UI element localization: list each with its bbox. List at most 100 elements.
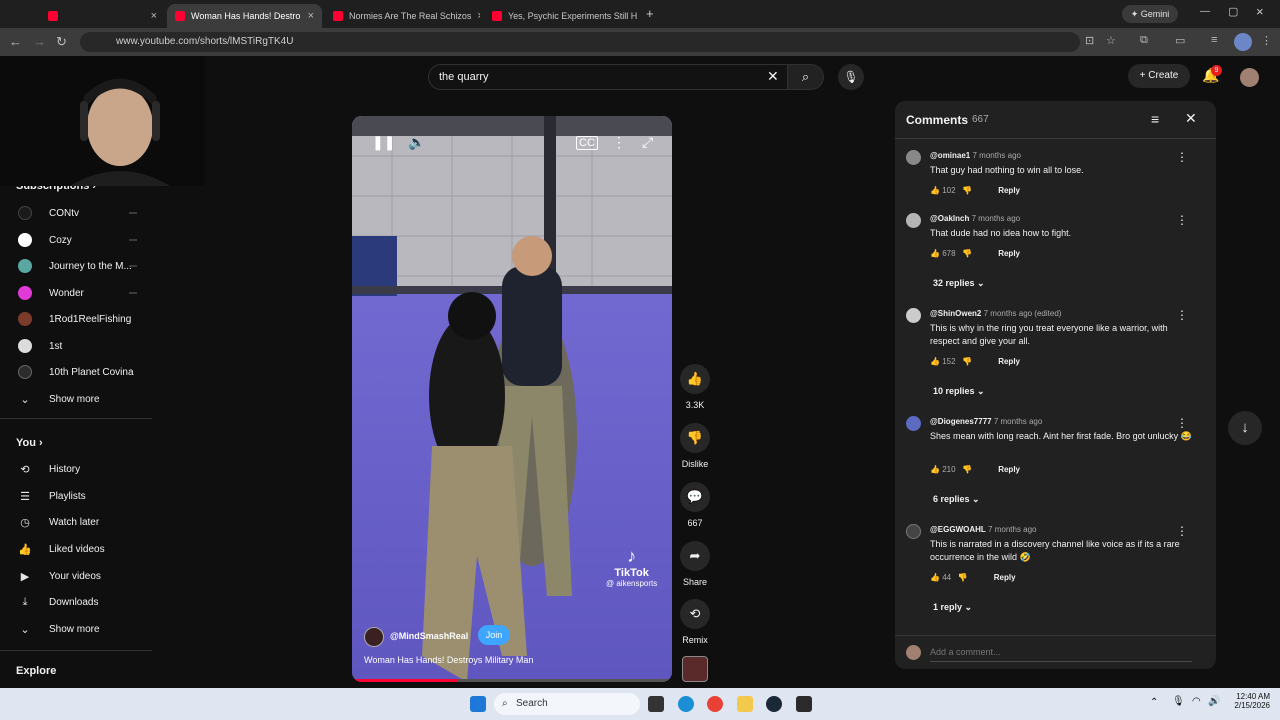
search-input[interactable] [428, 64, 788, 90]
sidebar-item-downloads[interactable]: ⤓ Downloads [0, 589, 155, 615]
like-button[interactable]: 👍 3.3K [680, 364, 710, 410]
chrome-browser-icon[interactable] [707, 696, 723, 712]
sidebar-item-your-videos[interactable]: ▶ Your videos [0, 563, 155, 589]
search-button[interactable]: ⌕ [788, 64, 824, 90]
add-comment-input[interactable] [930, 642, 1192, 662]
steam-icon[interactable] [766, 696, 782, 712]
account-avatar[interactable] [1240, 68, 1259, 87]
sidebar-item-history[interactable]: ⟲ History [0, 456, 155, 482]
create-button[interactable]: + Create [1128, 64, 1190, 88]
url-field[interactable]: www.youtube.com/shorts/lMSTiRgTK4U [80, 32, 1080, 52]
thumb-down-icon[interactable]: 👎 [962, 249, 972, 258]
sound-thumbnail[interactable] [682, 656, 708, 682]
video-title[interactable]: Woman Has Hands! Destroys Military Man [364, 655, 533, 665]
file-explorer-icon[interactable] [737, 696, 753, 712]
media-controls-icon[interactable]: ≡ [1211, 34, 1217, 46]
tab-close-icon[interactable]: × [471, 10, 480, 22]
dislike-button[interactable]: 👎 Dislike [680, 423, 710, 469]
comment-menu-icon[interactable]: ⋮ [1176, 213, 1188, 227]
comments-button[interactable]: 💬 667 [680, 482, 710, 528]
forward-icon[interactable]: → [33, 34, 46, 49]
comment-menu-icon[interactable]: ⋮ [1176, 416, 1188, 430]
sidebar-channel-journey[interactable]: Journey to the M... [0, 253, 155, 279]
channel-avatar[interactable] [364, 627, 384, 647]
thumb-up-icon[interactable]: 👍 [930, 357, 940, 366]
comment-author[interactable]: @EGGWOAHL [930, 525, 986, 534]
sidebar-item-watch-later[interactable]: ◷ Watch later [0, 509, 155, 535]
sidebar-channel-10th-planet[interactable]: 10th Planet Covina [0, 359, 155, 385]
sort-icon[interactable]: ≡ [1151, 111, 1159, 127]
sidebar-item-playlists[interactable]: ☰ Playlists [0, 483, 155, 509]
maximize-icon[interactable]: ▢ [1228, 5, 1238, 18]
comment-author[interactable]: @ShinOwen2 [930, 309, 981, 318]
thumb-up-icon[interactable]: 👍 [930, 465, 940, 474]
comment-author[interactable]: @ominae1 [930, 151, 970, 160]
view-replies-button[interactable]: 32 replies ⌄ [933, 278, 985, 289]
thumb-up-icon[interactable]: 👍 [930, 249, 940, 258]
join-button[interactable]: Join [478, 625, 510, 645]
thumb-up-icon[interactable]: 👍 [930, 573, 940, 582]
browser-tab-active[interactable]: Woman Has Hands! Destro × [167, 4, 322, 28]
comment-author[interactable]: @Oaklnch [930, 214, 969, 223]
thumb-down-icon[interactable]: 👎 [962, 186, 972, 195]
thumb-down-icon[interactable]: 👎 [958, 573, 968, 582]
gemini-button[interactable]: ✦ Gemini [1122, 5, 1178, 23]
voice-search-button[interactable]: 🎙 [838, 64, 864, 90]
volume-icon[interactable]: 🔈 [408, 134, 425, 151]
pause-icon[interactable]: ❚❚ [372, 134, 395, 151]
extensions-icon[interactable]: ⧉ [1140, 34, 1148, 47]
commenter-avatar[interactable] [906, 416, 921, 431]
app-icon[interactable] [796, 696, 812, 712]
sidebar-toggle-icon[interactable]: ▭ [1175, 34, 1185, 47]
show-more-you[interactable]: ⌄ Show more [0, 616, 155, 642]
comment-author[interactable]: @Diogenes7777 [930, 417, 992, 426]
captions-icon[interactable]: CC [576, 136, 598, 150]
view-replies-button[interactable]: 10 replies ⌄ [933, 386, 985, 397]
comment-menu-icon[interactable]: ⋮ [1176, 308, 1188, 322]
new-tab-button[interactable]: + [646, 6, 654, 21]
view-replies-button[interactable]: 1 reply ⌄ [933, 602, 972, 613]
reply-button[interactable]: Reply [998, 357, 1020, 366]
microphone-icon[interactable]: 🎙 [1172, 696, 1185, 707]
commenter-avatar[interactable] [906, 213, 921, 228]
wifi-icon[interactable]: ◠ [1192, 696, 1201, 707]
browser-tab[interactable]: Yes, Psychic Experiments Still H × [484, 4, 639, 28]
windows-start-icon[interactable] [470, 696, 486, 712]
remix-button[interactable]: ⟲ Remix [680, 599, 710, 645]
tab-close-icon[interactable]: × [637, 10, 639, 22]
browser-tab[interactable]: Normies Are The Real Schizos × [325, 4, 480, 28]
sidebar-channel-1rod1reel[interactable]: 1Rod1ReelFishing [0, 306, 155, 332]
install-app-icon[interactable]: ⊡ [1085, 34, 1094, 47]
speaker-icon[interactable]: 🔊 [1208, 696, 1220, 707]
reply-button[interactable]: Reply [994, 573, 1016, 582]
sidebar-channel-wonder[interactable]: Wonder [0, 280, 155, 306]
commenter-avatar[interactable] [906, 524, 921, 539]
show-more-subscriptions[interactable]: ⌄ Show more [0, 386, 155, 412]
tray-chevron-icon[interactable]: ⌃ [1150, 697, 1158, 708]
browser-menu-icon[interactable]: ⋮ [1261, 34, 1272, 47]
sidebar-item-liked-videos[interactable]: 👍 Liked videos [0, 536, 155, 562]
minimize-icon[interactable]: — [1200, 6, 1210, 17]
sidebar-channel-1st[interactable]: 1st [0, 333, 155, 359]
commenter-avatar[interactable] [906, 150, 921, 165]
commenter-avatar[interactable] [906, 308, 921, 323]
browser-tab-partial[interactable]: × [40, 4, 165, 28]
thumb-down-icon[interactable]: 👎 [962, 465, 972, 474]
window-close-icon[interactable]: × [1256, 4, 1264, 19]
next-video-button[interactable]: ↓ [1228, 411, 1262, 445]
reload-icon[interactable]: ↻ [56, 34, 67, 50]
thumb-down-icon[interactable]: 👎 [962, 357, 972, 366]
sidebar-channel-cozy[interactable]: Cozy [0, 227, 155, 253]
reply-button[interactable]: Reply [998, 186, 1020, 195]
task-view-icon[interactable] [648, 696, 664, 712]
sidebar-channel-contv[interactable]: CONtv [0, 200, 155, 226]
bookmark-star-icon[interactable]: ☆ [1106, 34, 1116, 47]
clock[interactable]: 12:40 AM 2/15/2026 [1226, 692, 1270, 710]
share-button[interactable]: ➦ Share [680, 541, 710, 587]
back-icon[interactable]: ← [9, 34, 22, 49]
edge-browser-icon[interactable] [678, 696, 694, 712]
comment-menu-icon[interactable]: ⋮ [1176, 524, 1188, 538]
you-heading[interactable]: You › [16, 437, 43, 449]
view-replies-button[interactable]: 6 replies ⌄ [933, 494, 980, 505]
channel-handle[interactable]: @MindSmashReal [390, 631, 468, 641]
